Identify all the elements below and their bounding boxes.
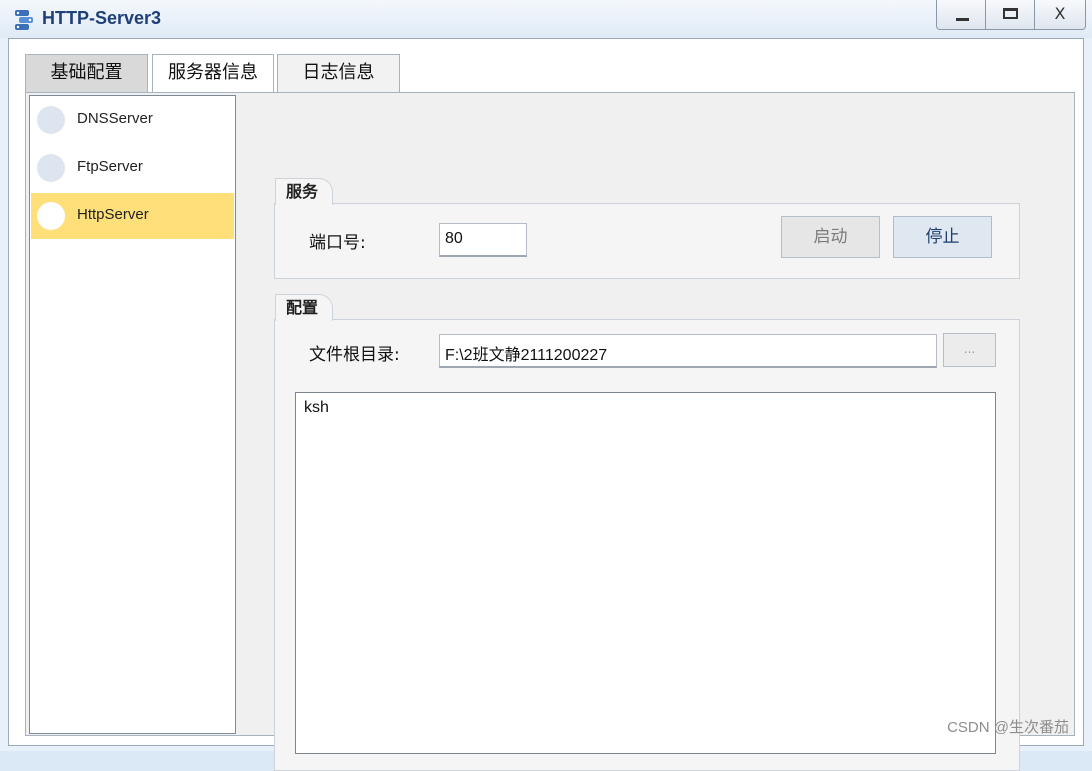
- status-dot-icon: [37, 106, 65, 134]
- watermark: CSDN @生次番茄: [947, 719, 1069, 736]
- sidebar-item-label: FtpServer: [77, 158, 143, 175]
- window-content: 基础配置 服务器信息 日志信息 DNSServer FtpServer Http…: [8, 38, 1084, 771]
- tab-server-info[interactable]: 服务器信息: [152, 54, 274, 92]
- title-bar[interactable]: HTTP-Server3 X: [0, 0, 1092, 38]
- port-label: 端口号:: [309, 233, 366, 253]
- root-dir-label: 文件根目录:: [309, 345, 400, 365]
- sidebar-item-http[interactable]: HttpServer: [31, 193, 234, 239]
- status-dot-icon: [37, 154, 65, 182]
- server-list: DNSServer FtpServer HttpServer: [29, 95, 236, 734]
- service-group-title: 服务: [275, 178, 334, 205]
- sidebar-item-label: DNSServer: [77, 110, 153, 127]
- config-group: 配置 文件根目录: F:\2班文静2111200227 ... ksh: [274, 294, 1020, 771]
- tab-basic-config[interactable]: 基础配置: [25, 54, 148, 92]
- sidebar-item-dns[interactable]: DNSServer: [31, 97, 234, 143]
- tab-log-info[interactable]: 日志信息: [277, 54, 400, 92]
- maximize-button[interactable]: [985, 0, 1035, 30]
- config-group-title: 配置: [275, 294, 334, 321]
- root-dir-input[interactable]: F:\2班文静2111200227: [439, 334, 937, 368]
- window-title: HTTP-Server3: [42, 8, 162, 28]
- browse-button[interactable]: ...: [943, 333, 996, 367]
- app-window: HTTP-Server3 X 基础配置 服务器信息 日志信息 DNSServer…: [0, 0, 1092, 771]
- minimize-button[interactable]: [936, 0, 986, 30]
- server-info-panel: DNSServer FtpServer HttpServer 服务 端口号: 8…: [25, 92, 1075, 771]
- sidebar-item-ftp[interactable]: FtpServer: [31, 145, 234, 191]
- minimize-icon: [956, 18, 969, 21]
- maximize-icon: [1003, 8, 1018, 19]
- port-input[interactable]: 80: [439, 223, 527, 257]
- close-button[interactable]: X: [1034, 0, 1086, 30]
- stop-button[interactable]: 停止: [893, 216, 992, 258]
- status-dot-icon: [37, 202, 65, 230]
- server-icon: [15, 10, 33, 30]
- service-group: 服务 端口号: 80 启动 停止: [274, 178, 1020, 279]
- start-button[interactable]: 启动: [781, 216, 880, 258]
- sidebar-item-label: HttpServer: [77, 206, 149, 223]
- file-content-textarea[interactable]: ksh: [295, 392, 996, 754]
